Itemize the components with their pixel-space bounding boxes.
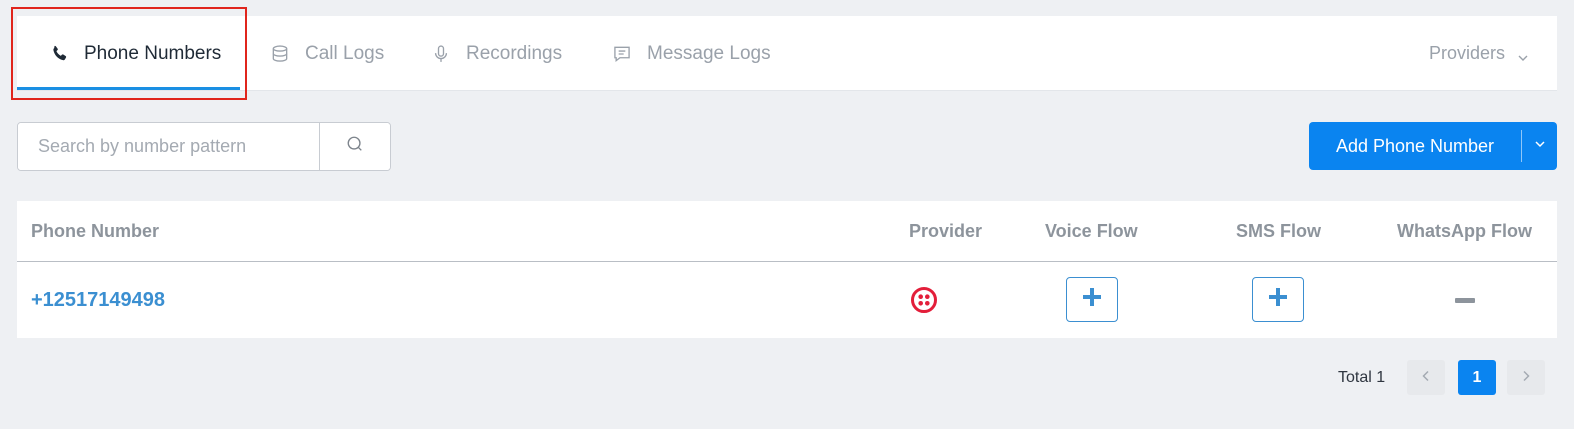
add-phone-number-group: Add Phone Number	[1309, 122, 1557, 170]
chevron-left-icon	[1421, 369, 1431, 387]
tab-message-logs[interactable]: Message Logs	[611, 16, 771, 91]
plus-icon	[1082, 287, 1102, 312]
add-options-toggle[interactable]	[1522, 122, 1557, 170]
phone-numbers-table: Phone Number Provider Voice Flow SMS Flo…	[17, 201, 1557, 338]
message-icon	[611, 43, 633, 65]
next-page-button[interactable]	[1507, 360, 1545, 395]
tab-call-logs[interactable]: Call Logs	[269, 16, 384, 91]
database-icon	[269, 43, 291, 65]
column-header-voice-flow: Voice Flow	[1045, 220, 1138, 241]
table-header: Phone Number Provider Voice Flow SMS Flo…	[17, 201, 1557, 262]
microphone-icon	[430, 43, 452, 65]
pagination-total: Total 1	[1338, 369, 1386, 386]
search-icon	[346, 135, 364, 158]
phone-number-link[interactable]: +12517149498	[31, 262, 165, 338]
plus-icon	[1268, 287, 1288, 312]
column-header-provider: Provider	[909, 220, 983, 241]
table-row: +12517149498	[17, 262, 1557, 338]
previous-page-button[interactable]	[1407, 360, 1445, 395]
tabs-bar: Phone Numbers Call Logs Recordings Messa…	[17, 16, 1557, 91]
active-tab-indicator	[17, 87, 240, 90]
page-button-current[interactable]: 1	[1458, 360, 1496, 395]
twilio-logo-icon	[910, 286, 938, 314]
column-header-phone-number: Phone Number	[31, 220, 160, 241]
add-sms-flow-button[interactable]	[1252, 277, 1304, 322]
add-voice-flow-button[interactable]	[1066, 277, 1118, 322]
tab-recordings[interactable]: Recordings	[430, 16, 562, 91]
tab-phone-numbers[interactable]: Phone Numbers	[48, 16, 221, 91]
providers-label: Providers	[1428, 43, 1505, 63]
minus-icon	[1455, 298, 1475, 303]
chevron-right-icon	[1521, 369, 1531, 387]
search-button[interactable]	[319, 123, 390, 170]
phone-icon	[48, 43, 70, 65]
search-group	[17, 122, 391, 171]
column-header-sms-flow: SMS Flow	[1236, 220, 1321, 241]
add-phone-number-button[interactable]: Add Phone Number	[1309, 122, 1521, 170]
column-header-whatsapp-flow: WhatsApp Flow	[1397, 220, 1532, 241]
tab-label: Message Logs	[647, 42, 771, 64]
tab-label: Call Logs	[305, 42, 385, 64]
tab-label: Phone Numbers	[84, 42, 222, 64]
search-input[interactable]	[18, 123, 319, 170]
providers-dropdown[interactable]: Providers	[1429, 16, 1529, 91]
chevron-down-icon	[1517, 48, 1529, 61]
chevron-down-icon	[1534, 137, 1546, 155]
tab-label: Recordings	[466, 42, 563, 64]
